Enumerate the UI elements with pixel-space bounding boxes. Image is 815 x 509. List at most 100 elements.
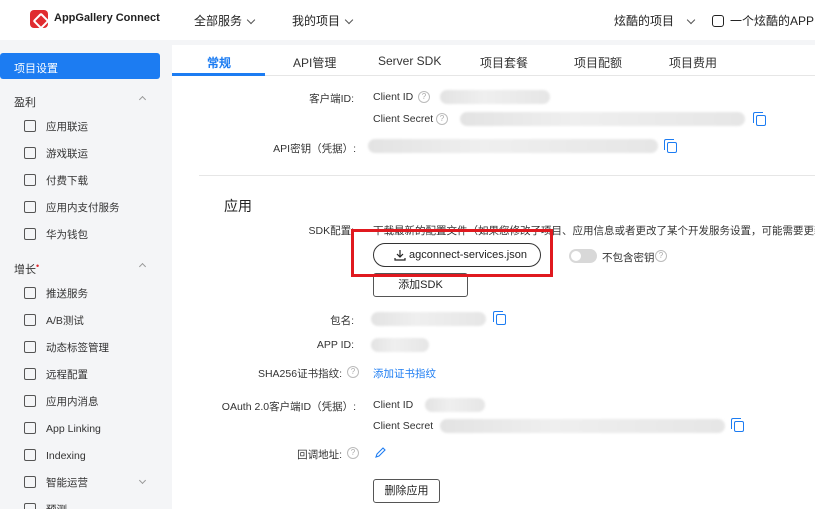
- delete-app-button[interactable]: 删除应用: [373, 479, 440, 503]
- project-selector[interactable]: 炫酷的项目: [614, 12, 696, 29]
- item-label: 游戏联运: [46, 148, 88, 160]
- sidebar-group-growth[interactable]: 增长•: [14, 261, 147, 277]
- item-label: Indexing: [46, 450, 86, 462]
- help-icon[interactable]: ?: [347, 447, 359, 459]
- oauth-client-id-value: [425, 398, 485, 412]
- tab-project-cost[interactable]: 项目费用: [669, 54, 717, 71]
- sidebar-item-dtm[interactable]: 动态标签管理: [24, 339, 109, 355]
- item-label: A/B测试: [46, 315, 84, 327]
- app-selector[interactable]: 一个炫酷的APP: [712, 12, 814, 29]
- chevron-up-icon: [138, 95, 147, 104]
- item-label: 智能运营: [46, 477, 88, 489]
- client-id-key: Client ID: [373, 91, 414, 103]
- download-icon: [24, 174, 36, 186]
- oauth-client-secret-key: Client Secret: [373, 420, 434, 432]
- copy-icon[interactable]: [664, 139, 677, 153]
- section-divider: [199, 175, 815, 176]
- exclude-key-label: 不包含密钥: [602, 252, 655, 264]
- client-secret-key: Client Secret: [373, 113, 434, 125]
- edit-pencil-icon[interactable]: [375, 447, 386, 458]
- sidebar-item-wallet[interactable]: 华为钱包: [24, 226, 88, 242]
- ab-test-icon: [24, 314, 36, 326]
- chevron-down-icon: [344, 15, 354, 25]
- chevron-down-icon: [246, 15, 256, 25]
- tab-project-quota[interactable]: 项目配额: [574, 54, 622, 71]
- brand-name[interactable]: AppGallery Connect: [54, 12, 160, 24]
- sidebar: 项目设置 盈利 应用联运 游戏联运 付费下载 应用内支付服务 华为钱包 增长• …: [0, 40, 170, 509]
- help-icon[interactable]: ?: [655, 250, 667, 262]
- config-icon: [24, 368, 36, 380]
- item-label: 应用联运: [46, 121, 88, 133]
- payment-icon: [24, 201, 36, 213]
- copy-icon[interactable]: [731, 418, 744, 432]
- help-icon[interactable]: ?: [347, 366, 359, 378]
- group-label: 增长: [14, 264, 36, 276]
- sidebar-item-paid-download[interactable]: 付费下载: [24, 172, 88, 188]
- sidebar-item-push[interactable]: 推送服务: [24, 285, 88, 301]
- help-icon[interactable]: ?: [436, 113, 448, 125]
- sha256-label: SHA256证书指纹:: [257, 368, 342, 380]
- api-key-label: API密钥（凭据）:: [273, 143, 356, 155]
- sidebar-item-game-distribution[interactable]: 游戏联运: [24, 145, 88, 161]
- active-tab-indicator: [172, 73, 265, 76]
- callback-label: 回调地址:: [297, 449, 342, 461]
- sidebar-item-prediction[interactable]: 预测: [24, 501, 67, 509]
- my-projects-menu[interactable]: 我的项目: [292, 12, 354, 29]
- client-id-label: 客户端ID:: [309, 93, 354, 105]
- chevron-down-icon: [686, 15, 696, 25]
- client-secret-value: [460, 112, 745, 126]
- tab-server-sdk[interactable]: Server SDK: [378, 54, 441, 68]
- group-label: 盈利: [14, 97, 36, 109]
- oauth-client-id-key: Client ID: [373, 399, 414, 411]
- tab-project-package[interactable]: 项目套餐: [480, 54, 528, 71]
- sidebar-item-app-distribution[interactable]: 应用联运: [24, 118, 88, 134]
- chevron-up-icon: [138, 262, 147, 271]
- help-icon[interactable]: ?: [418, 91, 430, 103]
- exclude-key-toggle[interactable]: [569, 249, 597, 263]
- rocket-icon: [24, 287, 36, 299]
- all-services-label: 全部服务: [194, 14, 243, 28]
- distribution-icon: [24, 120, 36, 132]
- sidebar-group-monetize[interactable]: 盈利: [14, 94, 147, 110]
- wallet-icon: [24, 228, 36, 240]
- sidebar-item-iap[interactable]: 应用内支付服务: [24, 199, 120, 215]
- sidebar-item-smart-ops[interactable]: 智能运营: [24, 474, 147, 490]
- project-name: 炫酷的项目: [614, 14, 675, 28]
- tab-general[interactable]: 常规: [207, 54, 231, 71]
- item-label: 预测: [46, 504, 67, 509]
- item-label: App Linking: [46, 423, 101, 435]
- link-icon: [24, 422, 36, 434]
- smart-ops-icon: [24, 476, 36, 488]
- sidebar-item-ab-test[interactable]: A/B测试: [24, 312, 84, 328]
- highlight-box: [351, 229, 553, 277]
- message-icon: [24, 395, 36, 407]
- all-services-menu[interactable]: 全部服务: [194, 12, 256, 29]
- sidebar-item-indexing[interactable]: Indexing: [24, 447, 86, 463]
- appgallery-logo-icon[interactable]: [30, 10, 48, 28]
- top-bar: AppGallery Connect 全部服务 我的项目 炫酷的项目 一个炫酷的…: [0, 0, 815, 40]
- game-icon: [24, 147, 36, 159]
- add-fingerprint-link[interactable]: 添加证书指纹: [373, 366, 436, 381]
- item-label: 应用内消息: [46, 396, 99, 408]
- app-name: 一个炫酷的APP: [730, 14, 815, 28]
- prediction-icon: [24, 503, 36, 509]
- app-id-label: APP ID:: [316, 339, 354, 351]
- sidebar-item-remote-config[interactable]: 远程配置: [24, 366, 88, 382]
- sdk-config-label: SDK配置:: [308, 225, 354, 237]
- main-panel: 常规 API管理 Server SDK 项目套餐 项目配额 项目费用 客户端ID…: [172, 45, 815, 509]
- item-label: 推送服务: [46, 288, 88, 300]
- item-label: 远程配置: [46, 369, 88, 381]
- tab-api-management[interactable]: API管理: [293, 54, 336, 71]
- chevron-down-icon: [138, 476, 147, 485]
- copy-icon[interactable]: [753, 112, 766, 126]
- index-icon: [24, 449, 36, 461]
- sidebar-item-app-linking[interactable]: App Linking: [24, 420, 101, 436]
- sidebar-item-in-app-messaging[interactable]: 应用内消息: [24, 393, 99, 409]
- copy-icon[interactable]: [493, 311, 506, 325]
- app-id-value: [371, 338, 429, 352]
- sidebar-item-project-settings[interactable]: 项目设置: [0, 53, 160, 79]
- item-label: 应用内支付服务: [46, 202, 120, 214]
- tag-icon: [24, 341, 36, 353]
- my-projects-label: 我的项目: [292, 14, 341, 28]
- item-label: 动态标签管理: [46, 342, 109, 354]
